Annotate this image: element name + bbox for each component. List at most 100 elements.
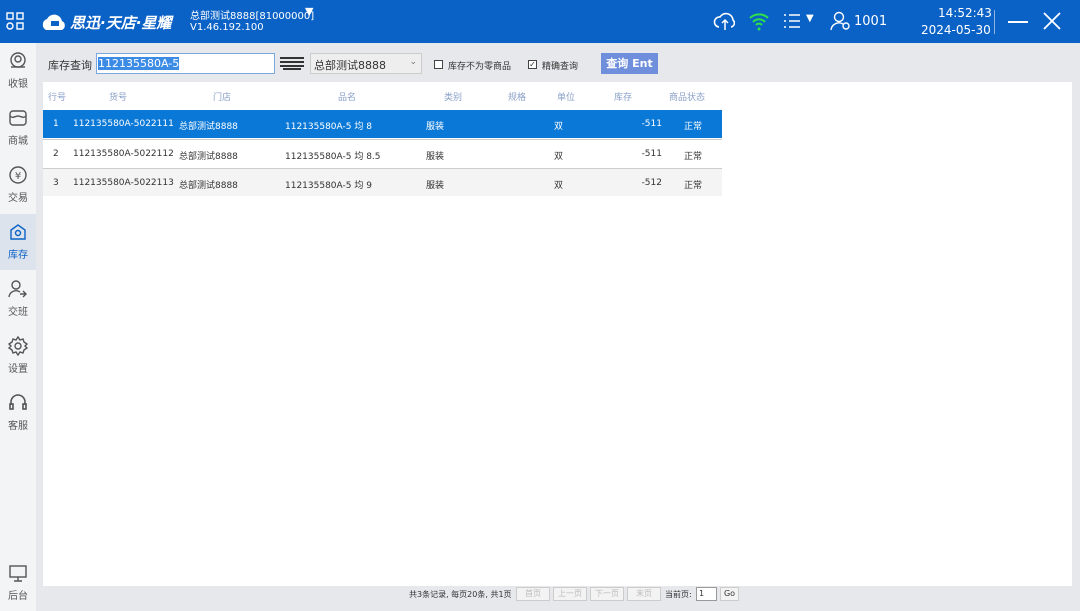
table-cell: 正常 bbox=[684, 181, 703, 191]
table-cell: 112135580A-5022112 bbox=[73, 149, 174, 159]
table-cell: -511 bbox=[641, 149, 662, 159]
table-row[interactable]: 3 112135580A-5022113 总部测试8888 112135580A-5 … bbox=[43, 168, 722, 196]
table-cell: -512 bbox=[641, 178, 662, 188]
last-page-button[interactable]: 末页 bbox=[627, 587, 661, 601]
title-bar: 思迅·天店·星耀 总部测试8888[81000000] ▼ V1.46.192.… bbox=[0, 0, 1080, 43]
table-cell: 服装 bbox=[426, 122, 445, 132]
store-name[interactable]: 总部测试8888[81000000] bbox=[190, 7, 314, 22]
table-row[interactable]: 2 112135580A-5022112 总部测试8888 112135580A-5 … bbox=[43, 139, 722, 167]
divider bbox=[994, 10, 995, 34]
store-dropdown-icon[interactable]: ▼ bbox=[305, 5, 313, 18]
sidebar-item-label: 收银 bbox=[8, 79, 28, 90]
pagination-summary: 共3条记录, 每页20条, 共1页 bbox=[409, 590, 512, 599]
version: V1.46.192.100 bbox=[190, 22, 264, 33]
logo-cloud-icon bbox=[42, 14, 65, 30]
brand-logo: 思迅·天店·星耀 bbox=[70, 14, 172, 32]
menu-dropdown-icon[interactable]: ▼ bbox=[806, 13, 814, 24]
table-cell: 服装 bbox=[426, 152, 445, 162]
clock-time: 14:52:43 bbox=[938, 6, 992, 20]
yuan-icon: ¥ bbox=[9, 166, 27, 184]
table-cell: 正常 bbox=[684, 152, 703, 162]
wifi-icon[interactable] bbox=[748, 11, 770, 31]
shift-icon bbox=[8, 280, 27, 298]
table-cell: 112135580A-5 均 8.5 bbox=[285, 152, 381, 162]
table-cell: 总部测试8888 bbox=[179, 152, 238, 162]
sidebar-item-cashier[interactable]: 收银 bbox=[0, 43, 36, 99]
headset-icon bbox=[9, 394, 27, 410]
sidebar-item-label: 商城 bbox=[8, 136, 28, 147]
nonzero-label: 库存不为零商品 bbox=[448, 62, 512, 72]
minimize-icon[interactable] bbox=[1008, 21, 1028, 23]
sidebar-item-support[interactable]: 客服 bbox=[0, 385, 36, 441]
chevron-down-icon: ⌄ bbox=[409, 57, 417, 67]
sidebar-item-label: 交易 bbox=[8, 193, 28, 204]
table-cell: 双 bbox=[554, 122, 564, 132]
inventory-table: 行号 货号 门店 品名 类别 规格 单位 库存 商品状态 1 112135580A… bbox=[43, 82, 1072, 586]
table-cell: 服装 bbox=[426, 181, 445, 191]
sidebar-item-inventory[interactable]: 库存 bbox=[0, 214, 36, 270]
go-button[interactable]: Go bbox=[720, 587, 739, 601]
table-cell: 总部测试8888 bbox=[179, 181, 238, 191]
cashier-icon bbox=[10, 52, 26, 68]
table-cell: 双 bbox=[554, 152, 564, 162]
column-header: 类别 bbox=[444, 93, 463, 103]
gear-icon bbox=[8, 336, 28, 356]
exact-label: 精确查询 bbox=[542, 62, 579, 72]
table-cell: 3 bbox=[53, 178, 59, 188]
store-select[interactable]: 总部测试8888 ⌄ bbox=[310, 53, 422, 74]
sidebar-item-transaction[interactable]: ¥ 交易 bbox=[0, 157, 36, 213]
column-header: 商品状态 bbox=[669, 93, 706, 103]
table-cell: 112135580A-5 均 9 bbox=[285, 181, 372, 191]
inventory-icon bbox=[10, 224, 26, 240]
table-cell: 1 bbox=[53, 119, 59, 129]
table-cell: 正常 bbox=[684, 122, 703, 132]
query-label: 库存查询 bbox=[48, 59, 92, 72]
column-header: 行号 bbox=[48, 93, 67, 103]
apps-grid-icon[interactable] bbox=[6, 12, 24, 30]
user-id: 1001 bbox=[854, 14, 888, 29]
prev-page-button[interactable]: 上一页 bbox=[553, 587, 587, 601]
sidebar-item-settings[interactable]: 设置 bbox=[0, 328, 36, 384]
column-header: 库存 bbox=[614, 93, 633, 103]
table-row[interactable]: 1 112135580A-5022111 总部测试8888 112135580A-5 … bbox=[43, 110, 722, 138]
column-header: 门店 bbox=[213, 93, 232, 103]
column-header: 单位 bbox=[557, 93, 576, 103]
table-cell: 112135580A-5022111 bbox=[73, 119, 174, 129]
column-header: 货号 bbox=[109, 93, 128, 103]
sidebar-item-backend[interactable]: 后台 bbox=[0, 555, 36, 611]
sidebar-item-label: 客服 bbox=[8, 421, 28, 432]
column-header: 规格 bbox=[508, 93, 527, 103]
monitor-icon bbox=[9, 565, 27, 582]
first-page-button[interactable]: 首页 bbox=[516, 587, 550, 601]
close-icon[interactable] bbox=[1043, 12, 1061, 30]
query-toolbar: 库存查询 112135580A-5 总部测试8888 ⌄ 库存不为零商品 ✓ 精确… bbox=[43, 50, 1072, 78]
user-settings-icon[interactable] bbox=[830, 11, 852, 31]
exact-checkbox[interactable]: ✓ bbox=[528, 60, 537, 69]
table-cell: -511 bbox=[641, 119, 662, 129]
pagination: 共3条记录, 每页20条, 共1页 首页 上一页 下一页 末页 当前页: 1 G… bbox=[43, 586, 1072, 604]
table-cell: 双 bbox=[554, 181, 564, 191]
menu-list-icon[interactable] bbox=[783, 13, 801, 29]
sidebar: 收银 商城 ¥ 交易 库存 交班 设置 客服 后台 bbox=[0, 43, 36, 611]
store-icon bbox=[9, 110, 27, 126]
keyboard-icon[interactable] bbox=[279, 56, 305, 70]
next-page-button[interactable]: 下一页 bbox=[590, 587, 624, 601]
column-header: 品名 bbox=[338, 93, 357, 103]
table-cell: 2 bbox=[53, 149, 59, 159]
cloud-sync-icon[interactable] bbox=[713, 11, 735, 31]
query-button[interactable]: 查询 Ent bbox=[601, 53, 658, 74]
svg-text:¥: ¥ bbox=[15, 171, 21, 182]
page-input[interactable]: 1 bbox=[696, 587, 717, 601]
sidebar-item-mall[interactable]: 商城 bbox=[0, 100, 36, 156]
current-page-label: 当前页: bbox=[665, 590, 692, 599]
search-input[interactable]: 112135580A-5 bbox=[96, 53, 275, 74]
sidebar-item-label: 设置 bbox=[8, 364, 28, 375]
sidebar-item-label: 后台 bbox=[8, 591, 28, 602]
sidebar-item-shift[interactable]: 交班 bbox=[0, 271, 36, 327]
clock-date: 2024-05-30 bbox=[921, 23, 991, 37]
nonzero-checkbox[interactable] bbox=[434, 60, 443, 69]
sidebar-item-label: 交班 bbox=[8, 307, 28, 318]
table-cell: 总部测试8888 bbox=[179, 122, 238, 132]
table-cell: 112135580A-5022113 bbox=[73, 178, 174, 188]
table-cell: 112135580A-5 均 8 bbox=[285, 122, 372, 132]
